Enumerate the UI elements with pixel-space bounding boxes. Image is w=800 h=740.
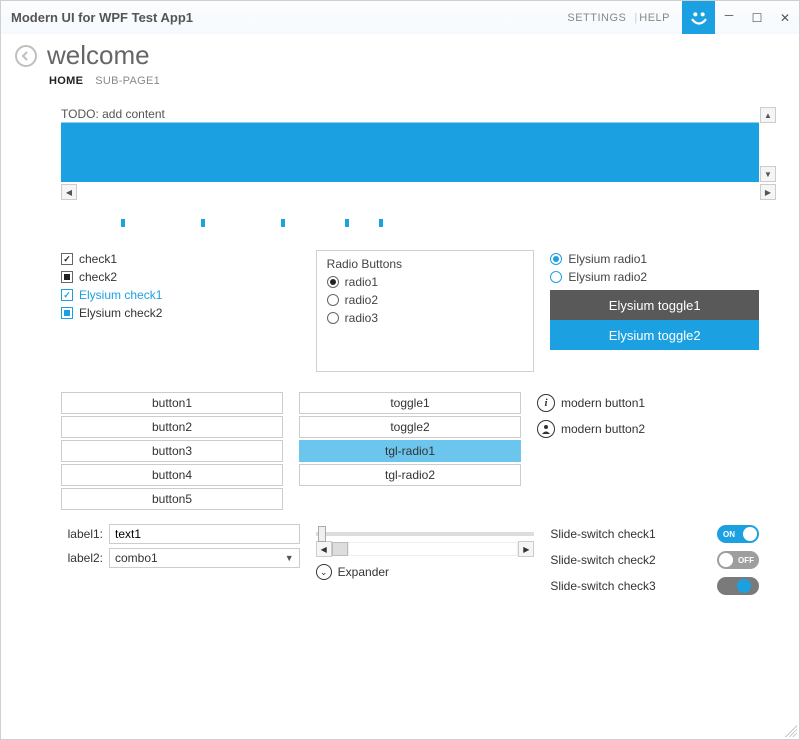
slider-thumb[interactable] (318, 526, 326, 542)
label2: label2: (61, 551, 103, 565)
slide-switch-1[interactable]: ON (717, 525, 759, 543)
info-icon: i (537, 394, 555, 412)
scroll-left-icon[interactable]: ◀ (61, 184, 77, 200)
combo-value: combo1 (115, 551, 158, 565)
sub-tabs: HOME SUB-PAGE1 (1, 73, 799, 95)
radio-group: Radio Buttons radio1 radio2 radio3 (316, 250, 535, 372)
checkbox-column: check1 check2 Elysium check1 Elysium che… (61, 250, 300, 372)
tab-subpage1[interactable]: SUB-PAGE1 (95, 75, 160, 87)
vertical-scrollbar[interactable]: ▲ ▼ (760, 107, 776, 182)
mini-scrollbar[interactable]: ◀ ▶ (316, 541, 535, 557)
elysium-check2[interactable]: Elysium check2 (61, 304, 300, 322)
title-bar: Modern UI for WPF Test App1 SETTINGS | H… (1, 1, 799, 34)
button4[interactable]: button4 (61, 464, 283, 486)
radio-group-legend: Radio Buttons (327, 257, 524, 271)
app-window: Modern UI for WPF Test App1 SETTINGS | H… (0, 0, 800, 740)
scroll-right-icon[interactable]: ▶ (518, 541, 534, 557)
page-title: welcome (47, 40, 150, 71)
scroll-left-icon[interactable]: ◀ (316, 541, 332, 557)
scroll-right-icon[interactable]: ▶ (760, 184, 776, 200)
slide-switch-3-label: Slide-switch check3 (550, 579, 655, 593)
chevron-down-icon: ▼ (285, 553, 294, 563)
radio1[interactable]: radio1 (327, 273, 524, 291)
label1: label1: (61, 527, 103, 541)
button2[interactable]: button2 (61, 416, 283, 438)
button3[interactable]: button3 (61, 440, 283, 462)
slide-switch-2-label: Slide-switch check2 (550, 553, 655, 567)
slider[interactable] (316, 532, 535, 536)
elysium-column: Elysium radio1 Elysium radio2 Elysium to… (550, 250, 759, 372)
content-placeholder (61, 122, 759, 182)
resize-grip[interactable] (785, 725, 797, 737)
scrollbar-thumb[interactable] (332, 542, 348, 556)
radio3[interactable]: radio3 (327, 309, 524, 327)
back-button[interactable] (15, 45, 37, 67)
radio2[interactable]: radio2 (327, 291, 524, 309)
slide-switch-3-row: Slide-switch check3 (550, 576, 759, 596)
scroll-down-icon[interactable]: ▼ (760, 166, 776, 182)
toggle2[interactable]: toggle2 (299, 416, 521, 438)
controls-row-2: button1 button2 button3 button4 button5 … (61, 392, 759, 510)
combo-row: label2: combo1 ▼ (61, 548, 300, 568)
smiley-icon[interactable] (682, 1, 715, 34)
slide-switch-3[interactable] (717, 577, 759, 595)
modern-button2[interactable]: modern button2 (537, 418, 759, 440)
chevron-down-icon: ⌄ (316, 564, 332, 580)
form-column: label1: label2: combo1 ▼ (61, 524, 300, 596)
controls-row-1: check1 check2 Elysium check1 Elysium che… (61, 250, 759, 372)
slide-switch-1-label: Slide-switch check1 (550, 527, 655, 541)
tgl-radio1[interactable]: tgl-radio1 (299, 440, 521, 462)
progress-dots (61, 214, 759, 232)
tgl-radio2[interactable]: tgl-radio2 (299, 464, 521, 486)
slide-switch-2[interactable]: OFF (717, 551, 759, 569)
button-column: button1 button2 button3 button4 button5 (61, 392, 283, 510)
controls-row-3: label1: label2: combo1 ▼ ◀ (61, 524, 759, 596)
scroll-up-icon[interactable]: ▲ (760, 107, 776, 123)
content-area: TODO: add content ▲ ▼ ◀ ▶ check1 (1, 95, 799, 739)
modern-button-column: imodern button1 modern button2 (537, 392, 759, 510)
separator: | (634, 12, 637, 24)
button1[interactable]: button1 (61, 392, 283, 414)
slider-column: ◀ ▶ ⌄ Expander (316, 524, 535, 596)
settings-link[interactable]: SETTINGS (567, 12, 626, 24)
horizontal-scrollbar[interactable]: ◀ ▶ (61, 184, 776, 200)
toggle-column: toggle1 toggle2 tgl-radio1 tgl-radio2 (299, 392, 521, 510)
elysium-toggle1[interactable]: Elysium toggle1 (550, 290, 759, 320)
check2[interactable]: check2 (61, 268, 300, 286)
minimize-button[interactable]: ─ (715, 1, 743, 34)
combo1[interactable]: combo1 ▼ (109, 548, 300, 568)
expander[interactable]: ⌄ Expander (316, 564, 535, 580)
button5[interactable]: button5 (61, 488, 283, 510)
elysium-check1[interactable]: Elysium check1 (61, 286, 300, 304)
window-title: Modern UI for WPF Test App1 (1, 10, 193, 25)
slide-switch-1-row: Slide-switch check1 ON (550, 524, 759, 544)
todo-panel: TODO: add content ▲ ▼ (61, 107, 759, 182)
modern-button1[interactable]: imodern button1 (537, 392, 759, 414)
radio-column: Radio Buttons radio1 radio2 radio3 (316, 250, 535, 372)
elysium-radio1[interactable]: Elysium radio1 (550, 250, 759, 268)
check1[interactable]: check1 (61, 250, 300, 268)
help-link[interactable]: HELP (639, 12, 670, 24)
tab-home[interactable]: HOME (49, 75, 83, 87)
person-icon (537, 420, 555, 438)
close-button[interactable]: ✕ (771, 1, 799, 34)
slide-switch-2-row: Slide-switch check2 OFF (550, 550, 759, 570)
elysium-toggle2[interactable]: Elysium toggle2 (550, 320, 759, 350)
elysium-radio2[interactable]: Elysium radio2 (550, 268, 759, 286)
todo-label: TODO: add content (61, 107, 759, 121)
expander-label: Expander (338, 565, 389, 579)
toggle1[interactable]: toggle1 (299, 392, 521, 414)
text1-input[interactable] (109, 524, 300, 544)
switch-column: Slide-switch check1 ON Slide-switch chec… (550, 524, 759, 596)
text-input-row: label1: (61, 524, 300, 544)
maximize-button[interactable]: ☐ (743, 1, 771, 34)
page-header: welcome (1, 34, 799, 73)
